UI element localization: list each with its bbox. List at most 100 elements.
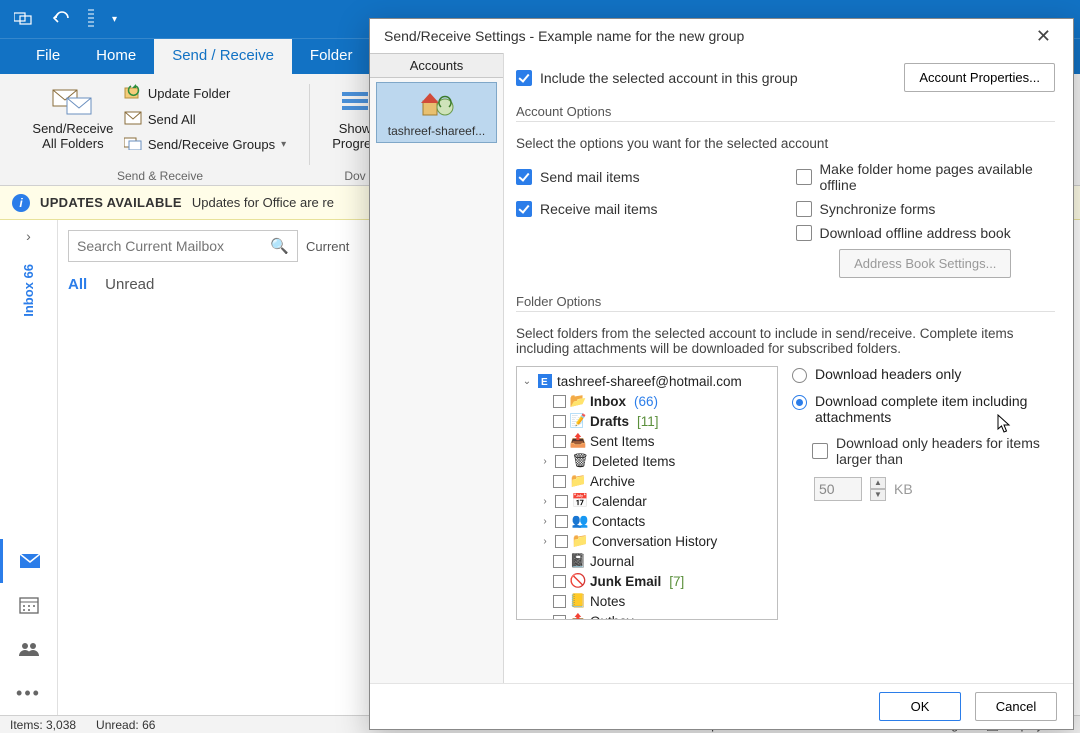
tree-outbox[interactable]: 📤Outhov — [517, 611, 777, 620]
accounts-pane: Accounts tashreef-shareef... — [370, 53, 504, 683]
tab-home[interactable]: Home — [78, 39, 154, 74]
updates-title: UPDATES AVAILABLE — [40, 195, 182, 210]
tree-inbox[interactable]: 📂Inbox(66) — [517, 391, 777, 411]
send-all-label: Send All — [148, 112, 196, 127]
account-house-icon — [379, 89, 494, 120]
tree-junk[interactable]: 🚫Junk Email[7] — [517, 571, 777, 591]
account-item[interactable]: tashreef-shareef... — [376, 82, 497, 143]
undo-icon[interactable] — [52, 11, 70, 28]
dialog-titlebar: Send/Receive Settings - Example name for… — [370, 19, 1073, 53]
mail-rail-icon[interactable] — [0, 539, 58, 583]
refresh-folder-icon — [124, 84, 142, 103]
ribbon-group-send-receive: Send/Receive All Folders Update Folder S… — [10, 78, 310, 185]
sent-icon: 📤 — [570, 434, 586, 448]
spinner-up-icon[interactable]: ▲ — [870, 477, 886, 489]
receive-mail-checkbox[interactable]: Receive mail items — [516, 201, 776, 217]
inbox-rail-button[interactable]: Inbox 66 — [21, 244, 36, 337]
contacts-icon: 👥 — [572, 514, 588, 528]
tree-deleted[interactable]: ›🗑Deleted Items — [517, 451, 777, 471]
send-receive-groups-button[interactable]: Send/Receive Groups ▾ — [118, 134, 292, 155]
envelopes-group-icon — [124, 136, 142, 153]
people-rail-icon[interactable] — [0, 627, 58, 671]
tab-send-receive[interactable]: Send / Receive — [154, 39, 292, 74]
tree-archive[interactable]: 📁Archive — [517, 471, 777, 491]
download-oab-checkbox[interactable]: Download offline address book — [796, 225, 1056, 241]
chevron-down-icon[interactable]: ⌄ — [521, 376, 533, 387]
status-items: Items: 3,038 — [10, 718, 76, 732]
tree-journal[interactable]: 📓Journal — [517, 551, 777, 571]
spinner-down-icon[interactable]: ▼ — [870, 489, 886, 501]
trash-icon: 🗑 — [572, 454, 588, 468]
kb-spinner-buttons[interactable]: ▲▼ — [870, 477, 886, 501]
tree-sent[interactable]: 📤Sent Items — [517, 431, 777, 451]
folder-icon: 📂 — [570, 394, 586, 408]
tree-notes[interactable]: 📒Notes — [517, 591, 777, 611]
chevron-right-icon[interactable]: › — [539, 496, 551, 507]
folder-options-hint: Select folders from the selected account… — [516, 326, 1055, 356]
folder-icon: 📁 — [570, 474, 586, 488]
tree-contacts[interactable]: ›👥Contacts — [517, 511, 777, 531]
search-input[interactable] — [77, 238, 264, 254]
filter-unread[interactable]: Unread — [105, 276, 154, 293]
headers-larger-checkbox[interactable]: Download only headers for items larger t… — [812, 435, 1055, 467]
sync-forms-checkbox[interactable]: Synchronize forms — [796, 201, 1056, 217]
send-all-button[interactable]: Send All — [118, 109, 292, 130]
send-receive-all-button[interactable]: Send/Receive All Folders — [28, 78, 118, 155]
chevron-right-icon[interactable]: › — [539, 536, 551, 547]
close-icon[interactable]: ✕ — [1028, 22, 1059, 51]
tab-folder[interactable]: Folder — [292, 39, 371, 74]
exchange-icon: E — [537, 374, 553, 388]
more-rail-icon[interactable]: ••• — [0, 671, 58, 715]
qat-customize-dropdown[interactable]: ▾ — [112, 14, 117, 25]
tree-root[interactable]: ⌄ E tashreef-shareef@hotmail.com — [517, 371, 777, 391]
accounts-header: Accounts — [370, 53, 503, 78]
tab-file[interactable]: File — [18, 39, 78, 74]
status-unread: Unread: 66 — [96, 718, 155, 732]
search-box[interactable]: 🔍 — [68, 230, 298, 262]
account-options-hint: Select the options you want for the sele… — [516, 136, 1055, 151]
settings-pane: Include the selected account in this gro… — [504, 53, 1073, 683]
envelope-icon — [124, 111, 142, 128]
tree-calendar[interactable]: ›📅Calendar — [517, 491, 777, 511]
svg-text:E: E — [541, 377, 548, 388]
tree-drafts[interactable]: 📝Drafts[11] — [517, 411, 777, 431]
kb-spinner: 50 — [814, 477, 862, 501]
send-receive-all-label: Send/Receive All Folders — [32, 122, 113, 152]
dialog-footer: OK Cancel — [370, 683, 1073, 729]
include-account-checkbox[interactable]: Include the selected account in this gro… — [516, 70, 798, 86]
address-book-settings-button: Address Book Settings... — [839, 249, 1011, 278]
make-offline-checkbox[interactable]: Make folder home pages available offline — [796, 161, 1056, 193]
search-icon[interactable]: 🔍 — [270, 237, 289, 255]
search-scope-dropdown[interactable]: Current — [306, 230, 349, 262]
send-mail-checkbox[interactable]: Send mail items — [516, 161, 776, 193]
ok-button[interactable]: OK — [879, 692, 961, 721]
update-folder-button[interactable]: Update Folder — [118, 82, 292, 105]
folder-tree[interactable]: ⌄ E tashreef-shareef@hotmail.com 📂Inbox(… — [516, 366, 778, 620]
kb-unit: KB — [894, 481, 913, 497]
expand-nav-icon[interactable]: › — [19, 228, 39, 244]
qat-handle — [88, 9, 94, 29]
envelope-pair-icon — [49, 82, 97, 120]
send-receive-groups-label: Send/Receive Groups — [148, 137, 275, 152]
tree-conv[interactable]: ›📁Conversation History — [517, 531, 777, 551]
notes-icon: 📒 — [570, 594, 586, 608]
nav-rail: › Inbox 66 ••• — [0, 220, 58, 715]
update-folder-label: Update Folder — [148, 86, 230, 101]
folder-options-label: Folder Options — [516, 294, 1055, 309]
calendar-rail-icon[interactable] — [0, 583, 58, 627]
chevron-right-icon[interactable]: › — [539, 516, 551, 527]
filter-all[interactable]: All — [68, 276, 87, 293]
dialog-title: Send/Receive Settings - Example name for… — [384, 28, 744, 44]
account-properties-button[interactable]: Account Properties... — [904, 63, 1055, 92]
updates-text: Updates for Office are re — [192, 195, 334, 210]
drafts-icon: 📝 — [570, 414, 586, 428]
calendar-icon: 📅 — [572, 494, 588, 508]
include-account-label: Include the selected account in this gro… — [540, 70, 798, 86]
chevron-right-icon[interactable]: › — [539, 456, 551, 467]
qat-send-receive-icon[interactable] — [14, 10, 34, 29]
chevron-down-icon: ▾ — [281, 139, 286, 150]
radio-complete-item[interactable]: Download complete item including attachm… — [792, 393, 1055, 425]
outbox-icon: 📤 — [570, 614, 586, 620]
cancel-button[interactable]: Cancel — [975, 692, 1057, 721]
radio-headers-only[interactable]: Download headers only — [792, 366, 1055, 383]
